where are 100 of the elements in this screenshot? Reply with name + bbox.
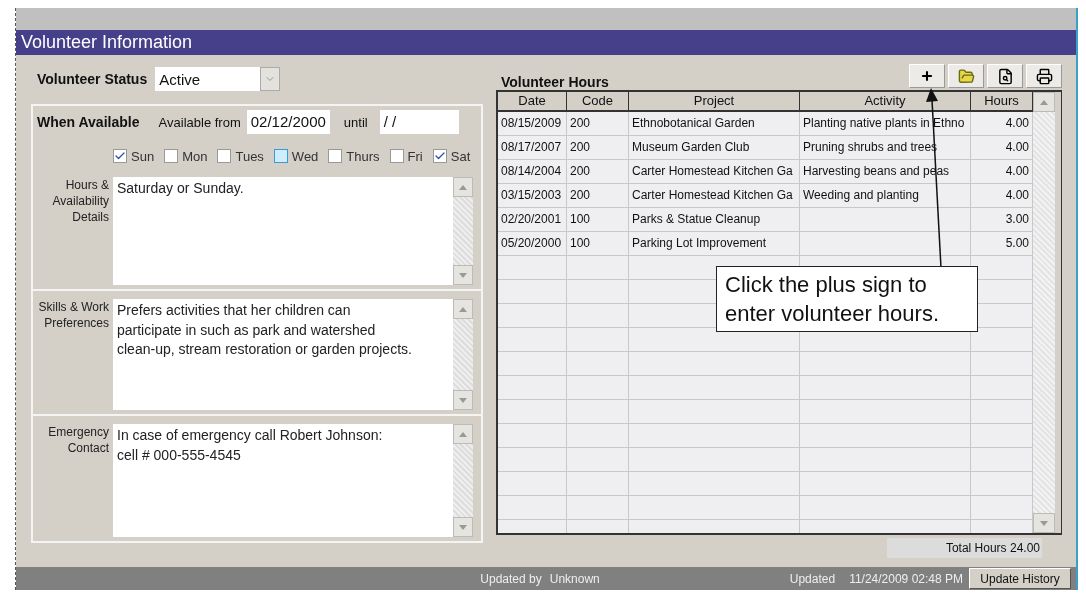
empty-cell xyxy=(498,280,567,304)
status-dropdown[interactable]: Active xyxy=(155,67,281,91)
table-cell: Carter Homestead Kitchen Ga xyxy=(629,160,800,184)
window-title: Volunteer Information xyxy=(16,30,1076,55)
callout-text: Click the plus sign to enter volunteer hours. xyxy=(716,266,978,332)
scroll-down-icon xyxy=(459,272,467,278)
checkbox[interactable] xyxy=(164,149,179,163)
empty-cell xyxy=(498,496,567,520)
empty-cell xyxy=(498,304,567,328)
column-header[interactable]: Hours xyxy=(971,92,1033,112)
table-cell: Weeding and planting xyxy=(800,184,971,208)
total-hours: Total Hours 24.00 xyxy=(887,538,1042,558)
scrollbar-track[interactable] xyxy=(453,424,473,537)
empty-cell xyxy=(567,256,629,280)
table-cell: Ethnobotanical Garden xyxy=(629,112,800,136)
check-icon xyxy=(433,150,446,162)
column-header[interactable]: Code xyxy=(567,92,629,112)
field-label: until xyxy=(343,114,368,130)
status-value: Unknown xyxy=(549,571,600,586)
checkbox[interactable] xyxy=(217,149,232,163)
field-label: Volunteer Status xyxy=(37,71,148,87)
empty-cell xyxy=(567,400,629,424)
memo-field[interactable]: In case of emergency call Robert Johnson: cell # 000-555-4545 xyxy=(113,424,473,537)
day-label: Thurs xyxy=(346,148,380,164)
date-field[interactable]: / / xyxy=(379,110,459,134)
empty-cell xyxy=(498,472,567,496)
column-header[interactable]: Activity xyxy=(800,92,971,112)
scroll-down-button[interactable] xyxy=(453,517,473,537)
field-label: Hours & Availability Details xyxy=(51,177,110,226)
checkbox[interactable] xyxy=(389,149,404,163)
memo-field[interactable]: Prefers activities that her children can participate in such as park and watershed clean-up, stream restoration or garden projects. xyxy=(113,299,473,410)
empty-cell xyxy=(567,352,629,376)
scrollbar-track[interactable] xyxy=(1033,92,1055,533)
checkbox[interactable] xyxy=(273,149,288,163)
scroll-up-icon xyxy=(459,431,467,437)
open-button[interactable] xyxy=(948,64,984,88)
scroll-up-button[interactable] xyxy=(453,424,473,444)
table-cell: Parks & Statue Cleanup xyxy=(629,208,800,232)
empty-cell xyxy=(567,496,629,520)
table-cell: 03/15/2003 xyxy=(498,184,567,208)
column-header[interactable]: Date xyxy=(498,92,567,112)
printer-icon xyxy=(1035,67,1053,85)
scroll-up-icon xyxy=(1040,99,1048,105)
date-field[interactable]: 02/12/2000 xyxy=(246,110,330,134)
table-cell: 08/17/2007 xyxy=(498,136,567,160)
check-icon xyxy=(114,150,126,162)
day-label: Sun xyxy=(131,148,155,164)
empty-cell xyxy=(498,424,567,448)
table-cell: 08/15/2009 xyxy=(498,112,567,136)
scroll-up-icon xyxy=(459,184,467,190)
empty-cell xyxy=(498,448,567,472)
day-label: Tues xyxy=(235,148,264,164)
section-heading: When Available xyxy=(37,114,141,130)
scroll-down-button[interactable] xyxy=(453,265,473,285)
table-cell: 02/20/2001 xyxy=(498,208,567,232)
scroll-down-icon xyxy=(459,397,467,403)
scroll-up-button[interactable] xyxy=(453,177,473,197)
scrollbar-track[interactable] xyxy=(453,177,473,285)
add-button[interactable] xyxy=(909,64,945,88)
empty-cell xyxy=(498,328,567,352)
scroll-down-button[interactable] xyxy=(453,390,473,410)
table-cell: 05/20/2000 xyxy=(498,232,567,256)
table-cell: 200 xyxy=(567,160,629,184)
status-label: Updated xyxy=(789,571,836,586)
update-history-button[interactable]: Update History xyxy=(969,568,1071,589)
checkbox[interactable] xyxy=(113,149,127,163)
table-cell: 200 xyxy=(567,136,629,160)
scroll-down-button[interactable] xyxy=(1033,513,1055,533)
scroll-up-icon xyxy=(459,306,467,312)
empty-cell xyxy=(498,400,567,424)
empty-cell xyxy=(498,376,567,400)
memo-field[interactable]: Saturday or Sunday. xyxy=(113,177,473,285)
status-value: 11/24/2009 02:48 PM xyxy=(849,571,963,586)
section-heading: Volunteer Hours xyxy=(501,74,609,90)
empty-cell xyxy=(567,472,629,496)
table-cell: Carter Homestead Kitchen Ga xyxy=(629,184,800,208)
table-cell: 200 xyxy=(567,184,629,208)
field-label: Skills & Work Preferences xyxy=(37,299,110,332)
table-cell: 08/14/2004 xyxy=(498,160,567,184)
table-cell: 200 xyxy=(567,112,629,136)
table-cell: Parking Lot Improvement xyxy=(629,232,800,256)
scrollbar-track[interactable] xyxy=(453,299,473,410)
scroll-down-icon xyxy=(1040,520,1048,526)
day-label: Sat xyxy=(450,148,471,164)
table-cell: 100 xyxy=(567,232,629,256)
field-label: Available from xyxy=(158,114,241,130)
empty-cell xyxy=(567,376,629,400)
day-label: Wed xyxy=(291,148,319,164)
field-label: Emergency Contact xyxy=(47,424,110,457)
print-button[interactable] xyxy=(1026,64,1062,88)
scroll-up-button[interactable] xyxy=(453,299,473,319)
table-cell: Planting native plants in Ethno xyxy=(800,112,971,136)
day-label: Fri xyxy=(407,148,423,164)
table-cell: Museum Garden Club xyxy=(629,136,800,160)
column-header[interactable]: Project xyxy=(629,92,800,112)
preview-button[interactable] xyxy=(987,64,1023,88)
status-label: Updated by xyxy=(480,571,542,586)
day-label: Mon xyxy=(182,148,208,164)
checkbox[interactable] xyxy=(328,149,343,163)
checkbox[interactable] xyxy=(432,149,447,163)
